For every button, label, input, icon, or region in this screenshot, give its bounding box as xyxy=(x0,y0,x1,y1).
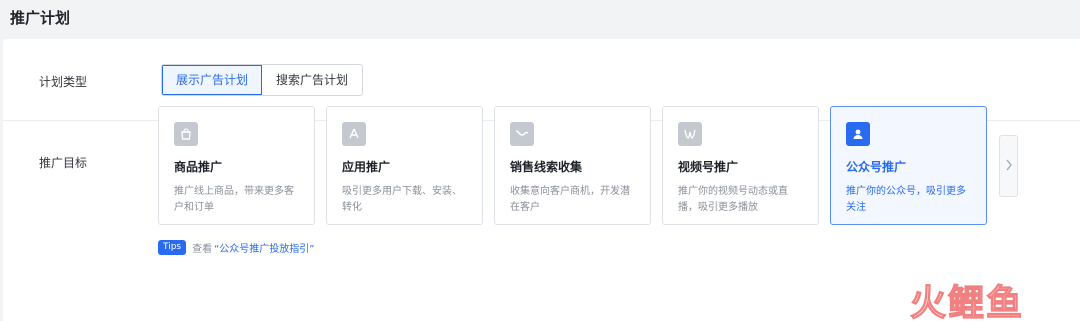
trend-line-icon xyxy=(510,122,534,146)
goal-card-title: 视频号推广 xyxy=(678,160,739,174)
goal-card-app[interactable]: 应用推广 吸引更多用户下载、安装、转化 xyxy=(326,106,483,225)
goal-card-title: 公众号推广 xyxy=(846,160,907,174)
goal-cards: 商品推广 推广线上商品，带来更多客户和订单 应用推广 吸引更多用户下载、安装、转… xyxy=(158,106,987,225)
goal-card-desc: 推广线上商品，带来更多客户和订单 xyxy=(174,186,294,213)
goal-card-desc: 吸引更多用户下载、安装、转化 xyxy=(342,186,462,213)
goal-card-desc: 推广你的公众号，吸引更多关注 xyxy=(846,186,966,213)
goal-card-title: 应用推广 xyxy=(342,160,391,174)
goal-card-title: 商品推广 xyxy=(174,160,223,174)
channels-icon xyxy=(678,122,702,146)
tips-badge: Tips xyxy=(158,240,187,255)
tips-row: Tips 查看 “公众号推广投放指引” xyxy=(158,240,315,255)
shopping-bag-icon xyxy=(174,122,198,146)
watermark-logo: 火鲤鱼 xyxy=(909,282,1025,321)
next-cards-button[interactable] xyxy=(999,135,1018,197)
chevron-right-icon xyxy=(1005,159,1013,174)
tips-guide-link[interactable]: “公众号推广投放指引” xyxy=(214,240,314,255)
app-store-icon xyxy=(342,122,366,146)
goal-card-channels[interactable]: 视频号推广 推广你的视频号动态或直播，吸引更多播放 xyxy=(662,106,819,225)
user-profile-icon xyxy=(846,122,870,146)
plan-type-label: 计划类型 xyxy=(39,75,88,89)
goal-card-title: 销售线索收集 xyxy=(510,160,583,174)
goal-card-official-account[interactable]: 公众号推广 推广你的公众号，吸引更多关注 xyxy=(830,106,987,225)
goal-card-desc: 推广你的视频号动态或直播，吸引更多播放 xyxy=(678,186,788,213)
tips-text: 查看 xyxy=(192,244,213,255)
goal-card-leads[interactable]: 销售线索收集 收集意向客户商机，开发潜在客户 xyxy=(494,106,651,225)
goal-label: 推广目标 xyxy=(39,156,88,170)
goal-card-product[interactable]: 商品推广 推广线上商品，带来更多客户和订单 xyxy=(158,106,315,225)
goal-card-desc: 收集意向客户商机，开发潜在客户 xyxy=(510,186,630,213)
plan-type-search-button[interactable]: 搜索广告计划 xyxy=(262,65,363,95)
page-title: 推广计划 xyxy=(10,9,71,27)
plan-type-display-button[interactable]: 展示广告计划 xyxy=(162,65,263,95)
plan-type-segmented: 展示广告计划 搜索广告计划 xyxy=(161,64,364,96)
